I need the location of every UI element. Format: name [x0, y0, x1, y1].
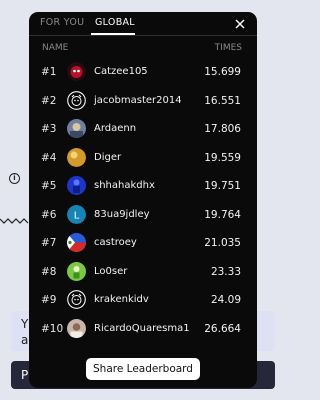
tab-for-you[interactable]: FOR YOU	[40, 17, 84, 28]
leaderboard-row[interactable]: #9 krakenkidv 24.09	[29, 286, 257, 315]
leaderboard-row[interactable]: #2 jacobmaster2014 16.551	[29, 87, 257, 116]
leaderboard-row[interactable]: #6 L 83ua9jdley 19.764	[29, 201, 257, 230]
leaderboard-list: #1 Catzee105 15.699 #2 jacobmaster2014 16.551…	[29, 58, 257, 343]
time-value: 16.551	[204, 94, 241, 107]
close-icon[interactable]	[233, 17, 247, 31]
rank-label: #2	[41, 94, 57, 107]
username: Ardaenn	[94, 123, 137, 134]
leaderboard-modal: FOR YOU GLOBAL NAME TIMES #1 Catzee105 15.…	[29, 12, 257, 388]
avatar	[67, 119, 86, 138]
leaderboard-row[interactable]: #4 Diger 19.559	[29, 144, 257, 173]
leaderboard-row[interactable]: #5 shhahakdhx 19.751	[29, 172, 257, 201]
avatar	[67, 90, 86, 110]
avatar	[67, 290, 86, 309]
username: RicardoQuaresma1	[94, 322, 190, 334]
share-leaderboard-button[interactable]: Share Leaderboard	[86, 358, 200, 380]
leaderboard-row[interactable]: #8 Lo0ser 23.33	[29, 258, 257, 287]
time-value: 19.559	[204, 151, 241, 164]
avatar	[67, 318, 86, 338]
tab-global[interactable]: GLOBAL	[95, 17, 135, 28]
time-value: 17.806	[204, 123, 241, 135]
active-tab-indicator	[91, 33, 135, 35]
username: Lo0ser	[94, 265, 128, 277]
column-header-name: NAME	[42, 43, 69, 53]
username: jacobmaster2014	[94, 94, 182, 106]
leaderboard-row[interactable]: #3 Ardaenn 17.806	[29, 115, 257, 144]
username: 83ua9jdley	[94, 208, 150, 220]
leaderboard-row[interactable]: #1 Catzee105 15.699	[29, 58, 257, 87]
time-value: 23.33	[210, 265, 241, 278]
rank-label: #4	[41, 151, 57, 164]
username: shhahakdhx	[94, 180, 155, 191]
time-value: 21.035	[204, 237, 241, 249]
background-button-label: P	[21, 368, 29, 382]
avatar: L	[67, 204, 86, 224]
rank-label: #9	[41, 294, 57, 306]
rank-label: #8	[41, 265, 57, 278]
background-card-text-1: Y	[21, 317, 29, 331]
rank-label: #1	[41, 66, 57, 78]
avatar	[67, 176, 86, 195]
time-value: 26.664	[204, 322, 241, 335]
background-card-text-2: a	[21, 333, 29, 347]
avatar	[67, 261, 86, 281]
avatar	[67, 147, 86, 167]
rank-label: #10	[41, 322, 64, 335]
tab-bar: FOR YOU GLOBAL	[29, 12, 257, 36]
leaderboard-row[interactable]: #10 RicardoQuaresma1 26.664	[29, 315, 257, 344]
username: Diger	[94, 151, 122, 163]
time-value: 19.751	[204, 180, 241, 192]
zigzag-divider	[0, 218, 29, 224]
rank-label: #5	[41, 180, 57, 192]
info-icon: i	[9, 173, 20, 184]
rank-label: #6	[41, 208, 57, 221]
avatar	[67, 62, 86, 81]
rank-label: #3	[41, 123, 57, 135]
leaderboard-row[interactable]: #7 castroey 21.035	[29, 229, 257, 258]
avatar	[67, 233, 86, 252]
username: castroey	[94, 237, 137, 248]
time-value: 19.764	[204, 208, 241, 221]
time-value: 15.699	[204, 66, 241, 78]
time-value: 24.09	[210, 294, 241, 306]
svg-text:L: L	[74, 210, 80, 221]
column-header-times: TIMES	[214, 43, 242, 53]
username: krakenkidv	[94, 294, 149, 305]
username: Catzee105	[94, 66, 148, 77]
rank-label: #7	[41, 237, 57, 249]
